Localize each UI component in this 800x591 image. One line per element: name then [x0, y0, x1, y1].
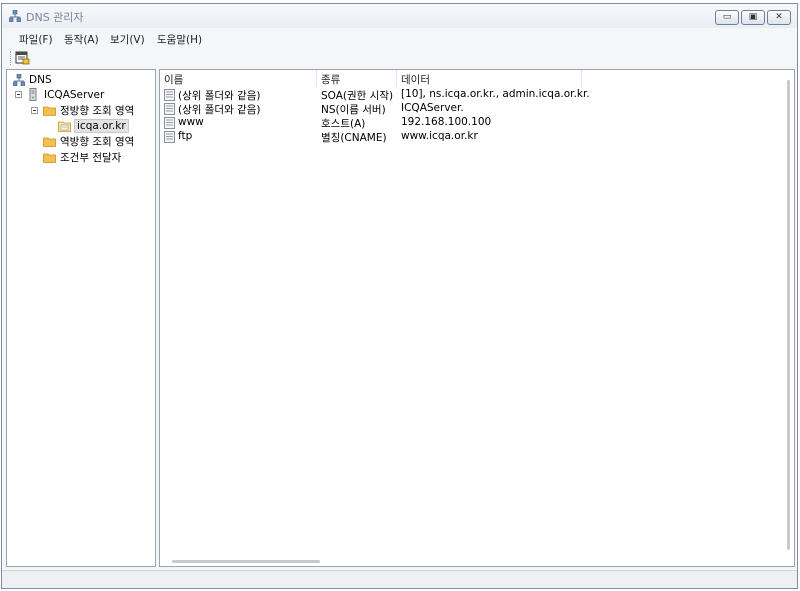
menu-action[interactable]: 동작(A) — [64, 32, 99, 47]
cell-type: 호스트(A) — [321, 118, 366, 130]
record-icon — [164, 117, 175, 129]
table-row[interactable]: www 호스트(A) 192.168.100.100 — [160, 116, 760, 130]
tree-label-server: ICQAServer — [44, 88, 105, 101]
toolbar — [2, 48, 797, 69]
record-icon — [164, 89, 175, 101]
properties-icon[interactable] — [15, 51, 30, 65]
table-row[interactable]: ftp 별칭(CNAME) www.icqa.or.kr — [160, 130, 760, 144]
menu-help[interactable]: 도움말(H) — [157, 32, 202, 47]
zone-icon — [58, 121, 71, 132]
collapse-server-icon[interactable] — [15, 91, 22, 98]
cell-type: 별칭(CNAME) — [321, 132, 387, 144]
tree-label-zone: icqa.or.kr — [74, 118, 129, 133]
table-row[interactable]: (상위 폴더와 같음) SOA(권한 시작) [10], ns.icqa.or.… — [160, 88, 760, 102]
record-icon — [164, 131, 175, 143]
tree-node-forwarders[interactable]: 조건부 전달자 — [43, 150, 121, 165]
tree-node-server[interactable]: ICQAServer — [28, 87, 104, 102]
server-icon — [29, 88, 37, 101]
folder-icon — [43, 106, 56, 116]
tree-node-reverse-zones[interactable]: 역방향 조회 영역 — [43, 134, 134, 149]
cell-data: www.icqa.or.kr — [401, 130, 478, 142]
tree-label-forwarders: 조건부 전달자 — [60, 152, 122, 164]
cell-type: NS(이름 서버) — [321, 104, 386, 116]
menu-bar: 파일(F) 동작(A) 보기(V) 도움말(H) — [2, 28, 797, 48]
dns-app-icon — [9, 10, 21, 22]
tree-pane[interactable]: DNS ICQAServer 정방향 조회 영역 icqa.or.kr 역방향 … — [6, 69, 156, 567]
window-controls: ▭ ▣ ✕ — [715, 10, 791, 25]
record-icon — [164, 103, 175, 115]
dns-icon — [13, 73, 25, 86]
cell-name: (상위 폴더와 같음) — [178, 90, 261, 102]
folder-icon — [43, 153, 56, 163]
minimize-button[interactable]: ▭ — [715, 10, 739, 25]
cell-name: www — [178, 116, 204, 128]
tree-label-dns: DNS — [29, 73, 52, 86]
record-list[interactable]: 이름 종류 데이터 (상위 폴더와 같음) SOA(권한 시작) [10], n… — [159, 69, 795, 567]
vertical-scrollbar[interactable] — [787, 80, 790, 550]
close-button[interactable]: ✕ — [767, 10, 791, 25]
tree-node-zone[interactable]: icqa.or.kr — [58, 118, 129, 133]
cell-data: [10], ns.icqa.or.kr., admin.icqa.or.kr. — [401, 88, 590, 100]
tree-node-dns[interactable]: DNS — [13, 72, 52, 87]
menu-file[interactable]: 파일(F) — [19, 32, 53, 47]
cell-type: SOA(권한 시작) — [321, 90, 394, 102]
cell-name: ftp — [178, 130, 193, 142]
cell-name: (상위 폴더와 같음) — [178, 104, 261, 116]
column-header-name[interactable]: 이름 — [160, 70, 317, 87]
tree-label-forward-zones: 정방향 조회 영역 — [60, 105, 135, 117]
toolbar-grip[interactable] — [10, 51, 12, 65]
dns-manager-window: DNS 관리자 ▭ ▣ ✕ 파일(F) 동작(A) 보기(V) 도움말(H) D… — [1, 3, 798, 589]
maximize-button[interactable]: ▣ — [741, 10, 765, 25]
cell-data: 192.168.100.100 — [401, 116, 492, 128]
collapse-forward-zones-icon[interactable] — [31, 107, 38, 114]
menu-view[interactable]: 보기(V) — [110, 32, 145, 47]
column-header-data[interactable]: 데이터 — [397, 70, 582, 87]
status-bar — [2, 570, 797, 588]
folder-icon — [43, 137, 56, 147]
tree-node-forward-zones[interactable]: 정방향 조회 영역 — [43, 103, 134, 118]
horizontal-scrollbar[interactable] — [172, 560, 320, 563]
cell-data: ICQAServer. — [401, 102, 464, 114]
window-title: DNS 관리자 — [26, 11, 84, 24]
column-header-type[interactable]: 종류 — [317, 70, 397, 87]
tree-label-reverse-zones: 역방향 조회 영역 — [60, 136, 135, 148]
title-bar[interactable]: DNS 관리자 ▭ ▣ ✕ — [2, 4, 797, 28]
table-row[interactable]: (상위 폴더와 같음) NS(이름 서버) ICQAServer. — [160, 102, 760, 116]
